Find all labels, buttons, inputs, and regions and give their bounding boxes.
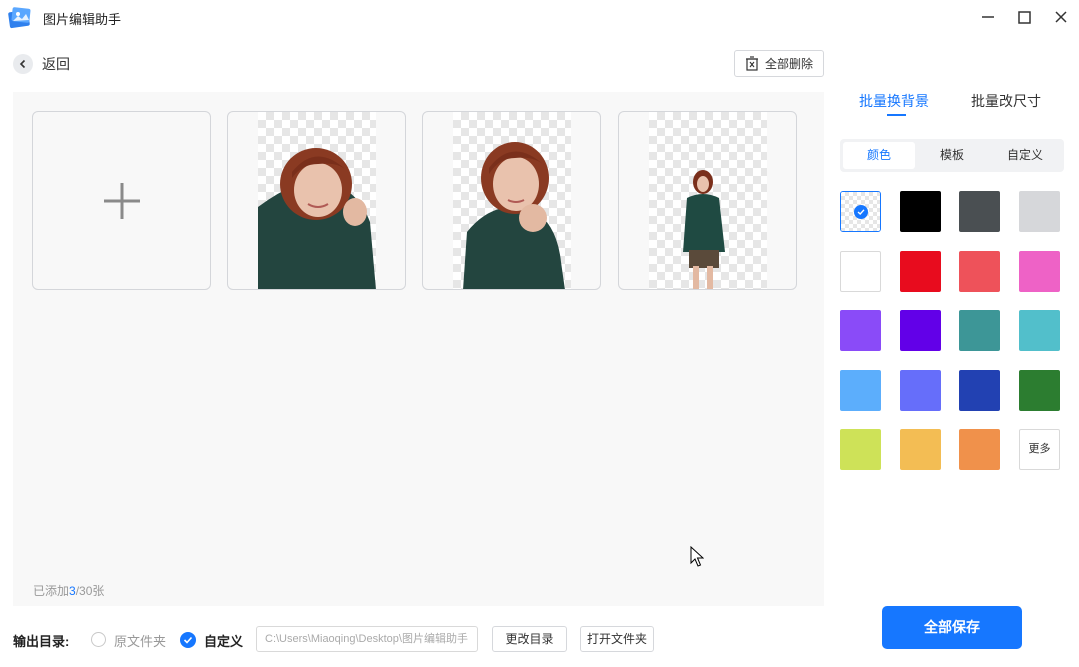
mouse-cursor-icon	[690, 546, 704, 567]
chevron-left-icon	[13, 54, 33, 74]
subtab-template[interactable]: 模板	[916, 142, 988, 169]
image-thumbnail[interactable]	[227, 111, 406, 290]
save-all-button[interactable]: 全部保存	[882, 606, 1022, 649]
subtab-custom[interactable]: 自定义	[989, 142, 1061, 169]
count-suffix: /30张	[75, 584, 105, 598]
plus-icon	[103, 182, 140, 219]
back-label: 返回	[42, 56, 70, 72]
color-swatch[interactable]	[959, 191, 1000, 232]
color-swatch[interactable]	[840, 429, 881, 470]
image-thumbnail[interactable]	[422, 111, 601, 290]
color-swatch[interactable]	[1019, 251, 1060, 292]
color-swatch[interactable]	[840, 310, 881, 351]
color-swatch[interactable]	[1019, 310, 1060, 351]
output-path-input[interactable]: C:\Users\Miaoqing\Desktop\图片编辑助手	[256, 626, 478, 652]
photo-woman-closeup-1	[258, 148, 376, 289]
open-folder-button[interactable]: 打开文件夹	[580, 626, 654, 652]
active-tab-indicator	[887, 114, 906, 116]
maximize-icon[interactable]	[1011, 4, 1037, 30]
color-swatch[interactable]	[959, 370, 1000, 411]
color-swatch[interactable]	[900, 310, 941, 351]
tab-batch-resize[interactable]: 批量改尺寸	[971, 91, 1041, 111]
color-swatch[interactable]	[900, 370, 941, 411]
app-title: 图片编辑助手	[43, 12, 122, 27]
radio-custom-folder[interactable]	[180, 632, 196, 648]
image-count: 已添加3/30张	[33, 582, 104, 599]
radio-custom-label[interactable]: 自定义	[204, 631, 243, 650]
color-swatch[interactable]	[900, 429, 941, 470]
color-swatch[interactable]	[840, 370, 881, 411]
trash-icon	[745, 56, 758, 71]
check-icon	[854, 205, 868, 219]
count-current: 3	[69, 584, 76, 598]
minimize-icon[interactable]	[975, 4, 1001, 30]
app-logo-icon	[8, 7, 31, 29]
title-bar: 图片编辑助手	[0, 0, 1079, 34]
photo-woman-closeup-2	[463, 142, 565, 289]
back-button[interactable]: 返回	[13, 54, 83, 74]
more-colors-button[interactable]: 更多	[1019, 429, 1060, 470]
color-swatch-transparent[interactable]	[840, 191, 881, 232]
delete-all-label: 全部删除	[764, 57, 813, 71]
delete-all-button[interactable]: 全部删除	[734, 50, 824, 77]
change-dir-button[interactable]: 更改目录	[492, 626, 567, 652]
radio-original-folder[interactable]	[91, 632, 106, 647]
subtab-color[interactable]: 颜色	[843, 142, 915, 169]
color-swatch[interactable]	[900, 191, 941, 232]
output-dir-label: 输出目录:	[13, 634, 70, 649]
color-swatch[interactable]	[1019, 191, 1060, 232]
image-workspace: 已添加3/30张	[13, 92, 824, 606]
color-swatch[interactable]	[959, 429, 1000, 470]
tab-batch-background[interactable]: 批量换背景	[859, 91, 929, 111]
count-prefix: 已添加	[33, 584, 70, 598]
color-swatch[interactable]	[900, 251, 941, 292]
color-swatch[interactable]	[840, 251, 881, 292]
color-swatch[interactable]	[1019, 370, 1060, 411]
color-swatch[interactable]	[959, 251, 1000, 292]
color-swatch[interactable]	[959, 310, 1000, 351]
check-icon	[183, 636, 193, 644]
background-subtabs: 颜色 模板 自定义	[840, 139, 1064, 172]
add-image-button[interactable]	[32, 111, 211, 290]
image-thumbnail[interactable]	[618, 111, 797, 290]
photo-woman-fullbody	[683, 170, 725, 289]
radio-original-label[interactable]: 原文件夹	[114, 631, 166, 650]
close-icon[interactable]	[1048, 4, 1074, 30]
